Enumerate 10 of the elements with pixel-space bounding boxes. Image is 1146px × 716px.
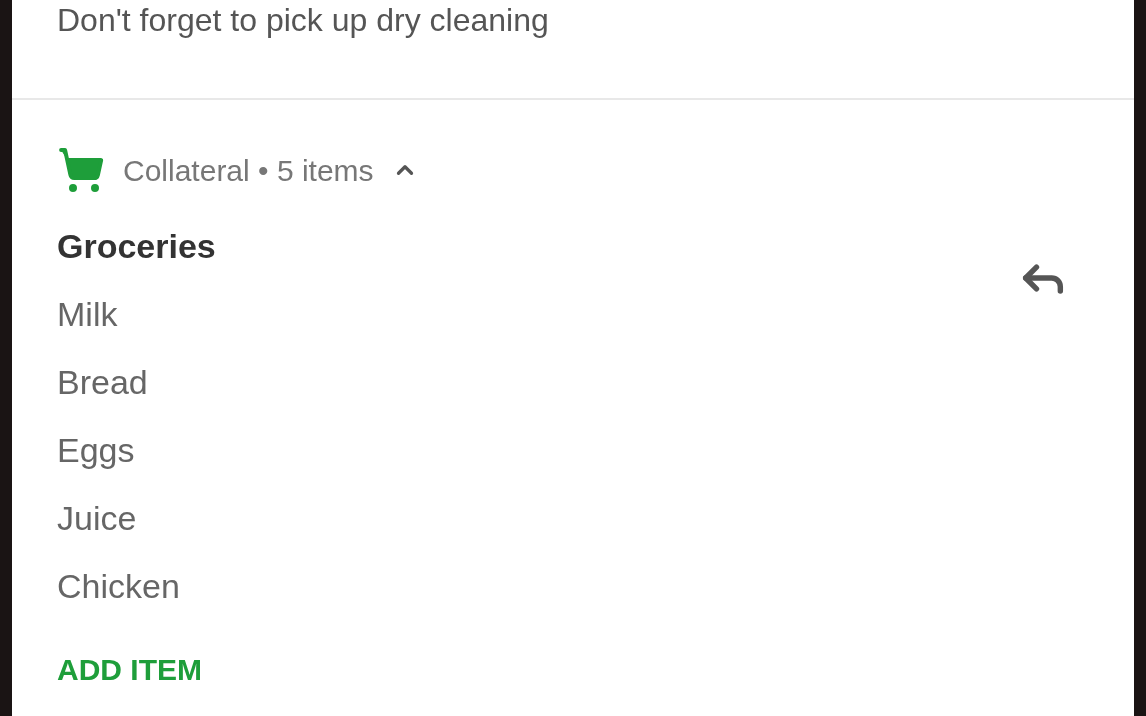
note-text: Don't forget to pick up dry cleaning xyxy=(57,1,549,40)
list-item: Juice xyxy=(57,498,137,539)
list-item: Bread xyxy=(57,362,148,403)
list-item: Eggs xyxy=(57,430,135,471)
cart-icon xyxy=(57,146,105,194)
list-item: Milk xyxy=(57,294,118,335)
app-header: Collateral • 5 items xyxy=(123,152,374,189)
add-item-button[interactable]: ADD ITEM xyxy=(57,650,202,690)
list-item: Chicken xyxy=(57,566,180,607)
list-title: Groceries xyxy=(57,226,216,267)
